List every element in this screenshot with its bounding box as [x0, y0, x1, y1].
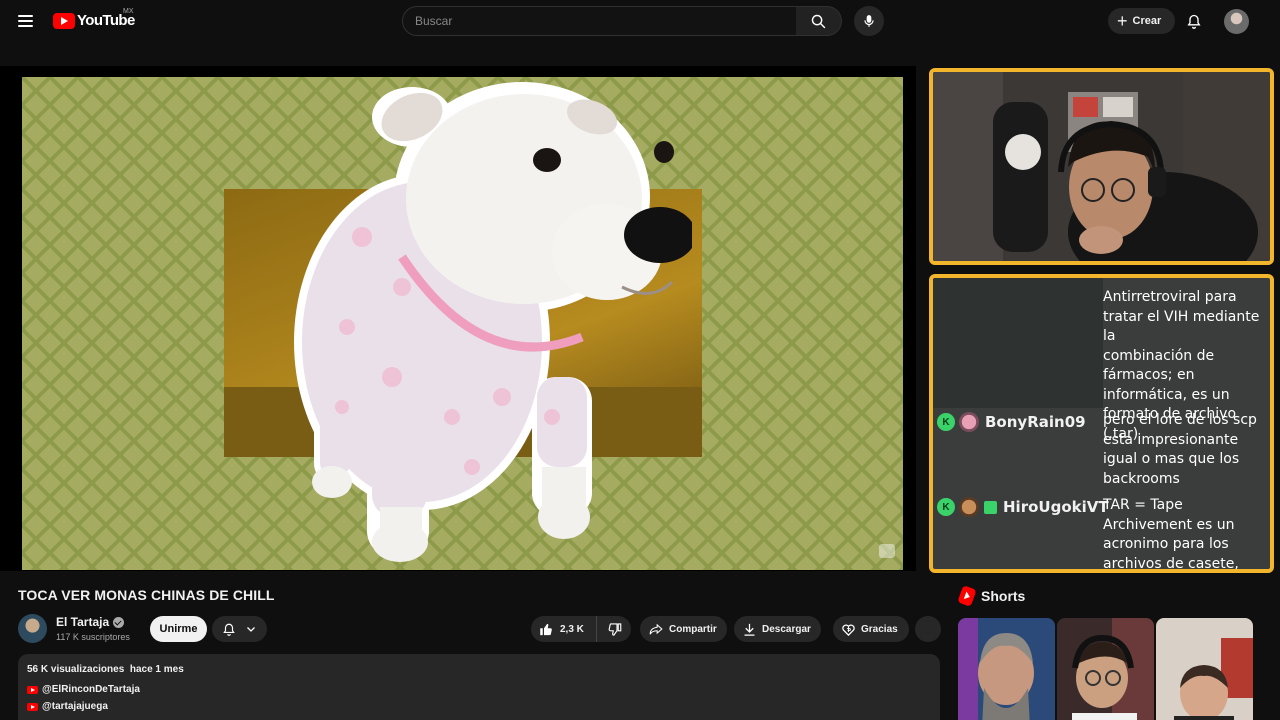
chevron-down-icon [246, 627, 255, 632]
like-button[interactable]: 2,3 K [531, 616, 597, 642]
search-icon [811, 14, 826, 28]
video-title: TOCA VER MONAS CHINAS DE CHILL [18, 587, 275, 603]
chat-username: HiroUgokiVT [1003, 498, 1109, 516]
kick-badge-icon: K [937, 413, 955, 431]
share-label: Compartir [669, 623, 717, 635]
gift-badge-icon [984, 500, 997, 514]
chat-line: backrooms [1103, 470, 1180, 487]
chat-line: TAR = Tape [1103, 497, 1183, 513]
more-actions-button[interactable] [915, 616, 941, 642]
bell-icon [223, 623, 236, 636]
chat-line: pero el lore de los scp [1103, 412, 1257, 428]
thanks-label: Gracias [861, 623, 898, 635]
dislike-icon [608, 622, 621, 636]
chat-line: combinación de [1103, 347, 1215, 364]
voice-search-button[interactable] [854, 6, 884, 36]
chat-line: esta impresionante [1103, 431, 1239, 448]
video-player[interactable] [0, 66, 916, 571]
chat-line: archivos de casete, [1103, 555, 1239, 572]
chat-avatar [959, 412, 979, 432]
dislike-button[interactable] [597, 616, 631, 642]
short-thumbnail[interactable] [1057, 618, 1154, 720]
shorts-label: Shorts [981, 588, 1026, 604]
search-input[interactable] [403, 7, 796, 35]
view-count: 56 K visualizaciones [27, 664, 125, 675]
short-thumbnail[interactable] [1156, 618, 1253, 720]
video-frame [22, 77, 903, 570]
like-icon [540, 623, 552, 635]
search-box [402, 6, 797, 36]
download-label: Descargar [762, 623, 811, 635]
verified-icon [113, 616, 125, 628]
share-icon [649, 623, 663, 635]
chat-avatar [959, 497, 979, 517]
chat-shadow-panel [933, 278, 1103, 408]
download-icon [744, 623, 755, 636]
description-box[interactable]: 56 K visualizaciones hace 1 mes @ElRinco… [18, 654, 940, 720]
short-thumbnail[interactable] [958, 618, 1055, 720]
chat-overlay: Antirretroviral para tratar el VIH media… [929, 274, 1274, 573]
short-thumbnail-image [1156, 618, 1253, 720]
subscriber-count: 117 K suscriptores [56, 632, 130, 642]
channel-name-wrap[interactable]: El Tartaja [56, 615, 125, 629]
subscription-notifications-button[interactable] [212, 616, 267, 642]
video-meta: 56 K visualizaciones hace 1 mes [27, 664, 184, 675]
channel-link-text[interactable]: @ElRinconDeTartaja [42, 684, 140, 695]
chat-line: acronimo para los [1103, 536, 1229, 552]
chat-message: TAR = Tape Archivement es un acronimo pa… [1103, 496, 1270, 572]
bell-icon [1187, 14, 1201, 29]
chat-user-hirougoki: K HiroUgokiVT [937, 497, 1109, 517]
create-button[interactable]: + Crear [1108, 8, 1175, 34]
chat-line: informática, es un [1103, 386, 1230, 403]
youtube-icon [27, 685, 38, 694]
short-thumbnail-image [958, 618, 1055, 720]
like-count: 2,3 K [560, 623, 584, 635]
channel-name[interactable]: El Tartaja [56, 615, 109, 629]
share-button[interactable]: Compartir [640, 616, 727, 642]
thanks-icon [842, 624, 855, 636]
plus-icon: + [1117, 11, 1128, 31]
channel-link[interactable]: @ElRinconDeTartaja [27, 684, 140, 695]
youtube-icon [27, 702, 38, 711]
chat-line: Antirretroviral para [1103, 289, 1237, 305]
channel-link[interactable]: @tartajajuega [27, 701, 108, 712]
chat-line: tratar el VIH mediante la [1103, 308, 1260, 345]
mic-icon [864, 15, 874, 27]
search-button[interactable] [796, 6, 842, 36]
kick-badge-icon: K [937, 498, 955, 516]
chat-user-bonyrain: K BonyRain09 [937, 412, 1086, 432]
upload-date: hace 1 mes [129, 664, 184, 675]
channel-watermark[interactable] [879, 544, 895, 558]
dog-image [294, 82, 692, 562]
channel-link-text[interactable]: @tartajajuega [42, 701, 108, 712]
channel-avatar[interactable] [18, 614, 47, 643]
webcam-overlay [929, 68, 1274, 265]
join-button[interactable]: Unirme [150, 616, 207, 642]
notifications-button[interactable] [1182, 9, 1206, 33]
youtube-logo[interactable]: YouTube MX [53, 8, 135, 29]
menu-icon[interactable] [14, 10, 38, 32]
shorts-header: Shorts [957, 585, 1026, 607]
chat-line: fármacos; en [1103, 367, 1195, 383]
chat-username: BonyRain09 [985, 413, 1086, 431]
download-button[interactable]: Descargar [734, 616, 821, 642]
short-thumbnail-image [1057, 618, 1154, 720]
chat-line: Archivement es un [1103, 516, 1235, 533]
create-label: Crear [1132, 15, 1162, 27]
youtube-logo-icon [53, 12, 75, 29]
streamer-webcam-image [933, 72, 1270, 261]
thanks-button[interactable]: Gracias [833, 616, 909, 642]
like-dislike-group: 2,3 K [531, 616, 631, 642]
logo-region: MX [123, 8, 134, 15]
chat-message: pero el lore de los scp esta impresionan… [1103, 411, 1270, 489]
top-bar: YouTube MX + Crear [0, 0, 1280, 42]
account-avatar[interactable] [1224, 9, 1249, 34]
chat-line: igual o mas que los [1103, 451, 1240, 467]
shorts-icon [957, 585, 977, 607]
